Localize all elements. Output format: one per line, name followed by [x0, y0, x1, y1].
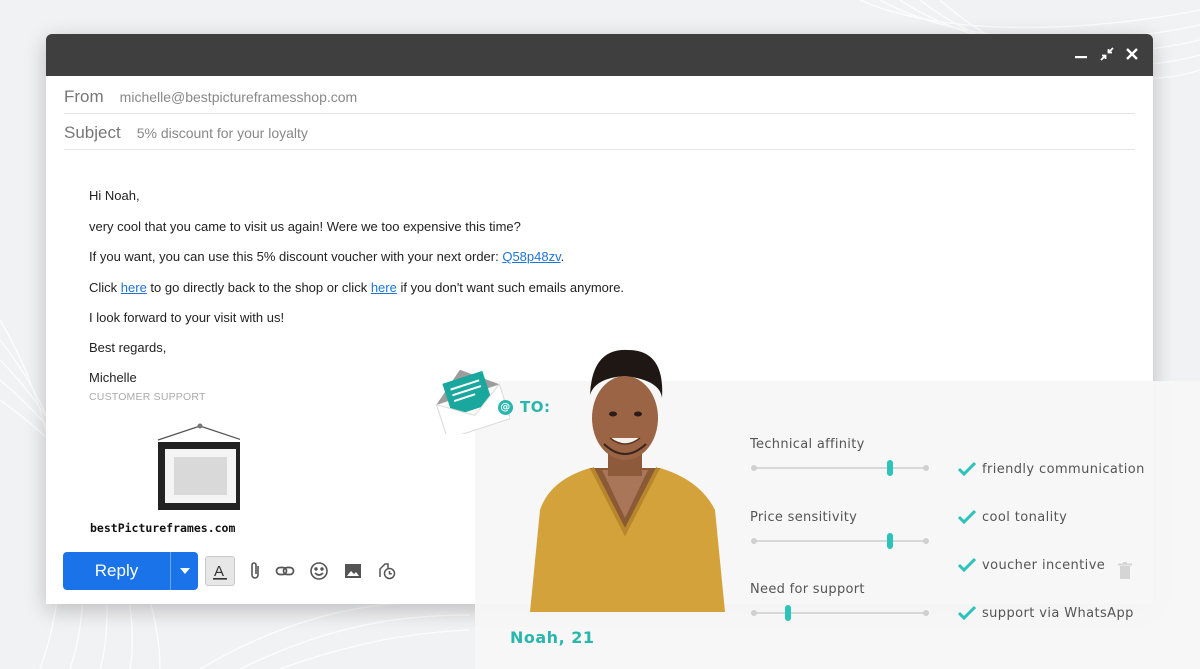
check-item: cool tonality: [958, 509, 1067, 525]
body-line-3: Click here to go directly back to the sh…: [89, 280, 624, 295]
person-photo: [530, 349, 725, 612]
logo-text: bestPictureframes.com: [90, 521, 236, 535]
unsubscribe-here-link[interactable]: here: [371, 280, 397, 295]
checkmark-icon: [958, 557, 976, 573]
paperclip-icon[interactable]: [241, 556, 271, 586]
close-icon[interactable]: [1122, 44, 1142, 64]
picture-frame-logo-icon: [157, 423, 240, 510]
body-line-3-end: if you don't want such emails anymore.: [396, 280, 625, 295]
check-label: cool tonality: [982, 509, 1068, 525]
slider-knob[interactable]: [886, 460, 893, 476]
greeting: Hi Noah,: [89, 188, 140, 203]
reply-button[interactable]: Reply: [63, 552, 198, 590]
trait-label: Technical affinity: [750, 437, 865, 452]
trash-icon[interactable]: [1118, 562, 1132, 579]
trait-slider[interactable]: [751, 533, 929, 549]
compose-toolbar: Reply A: [63, 552, 423, 590]
slider-knob[interactable]: [886, 533, 893, 549]
svg-text:A: A: [214, 563, 224, 580]
schedule-send-icon[interactable]: [372, 556, 402, 586]
shrink-icon[interactable]: [1097, 44, 1117, 64]
body-line-4: I look forward to your visit with us!: [89, 310, 285, 325]
trait-need-for-support: Need for support: [750, 582, 930, 621]
from-label: From: [64, 86, 104, 106]
link-icon[interactable]: [270, 556, 300, 586]
body-line-2-text: If you want, you can use this 5% discoun…: [89, 249, 503, 264]
body-line-3-start: Click: [89, 280, 121, 295]
signature-name: Michelle: [89, 370, 137, 385]
body-line-2-end: .: [560, 249, 565, 264]
checkmark-icon: [958, 605, 976, 621]
body-line-1: very cool that you came to visit us agai…: [89, 219, 521, 234]
subject-value[interactable]: 5% discount for your loyalty: [137, 125, 308, 141]
shop-here-link[interactable]: here: [121, 280, 147, 295]
image-icon[interactable]: [338, 556, 368, 586]
trait-label: Price sensitivity: [750, 510, 858, 525]
closing: Best regards,: [89, 340, 167, 355]
trait-slider[interactable]: [751, 605, 929, 621]
window-titlebar: [46, 34, 1153, 76]
reply-label[interactable]: Reply: [63, 552, 171, 590]
slider-knob[interactable]: [785, 605, 792, 621]
check-label: friendly communication: [982, 461, 1145, 477]
from-row: From michelle@bestpictureframesshop.com: [64, 80, 1135, 114]
from-value[interactable]: michelle@bestpictureframesshop.com: [120, 89, 358, 105]
subject-row: Subject 5% discount for your loyalty: [64, 116, 1135, 150]
trait-price-sensitivity: Price sensitivity: [750, 510, 930, 549]
check-label: support via WhatsApp: [982, 605, 1134, 621]
to-label: @ TO:: [498, 398, 550, 416]
check-item: support via WhatsApp: [958, 605, 1134, 621]
signature-role: CUSTOMER SUPPORT: [89, 391, 206, 403]
checkmark-icon: [958, 461, 976, 477]
voucher-code-link[interactable]: Q58p48zv: [502, 249, 560, 264]
check-item: voucher incentive: [958, 557, 1105, 573]
body-line-2: If you want, you can use this 5% discoun…: [89, 249, 564, 264]
persona-name: Noah, 21: [510, 628, 595, 647]
emoji-icon[interactable]: [304, 556, 334, 586]
at-sign-icon: @: [498, 399, 513, 415]
check-label: voucher incentive: [982, 557, 1106, 573]
subject-label: Subject: [64, 122, 121, 142]
check-item: friendly communication: [958, 461, 1145, 477]
text-format-icon[interactable]: A: [205, 556, 235, 586]
minimize-icon[interactable]: [1071, 44, 1091, 64]
trait-label: Need for support: [750, 582, 865, 597]
reply-dropdown-icon[interactable]: [171, 552, 198, 590]
trait-slider[interactable]: [751, 460, 929, 476]
trait-technical-affinity: Technical affinity: [750, 437, 930, 476]
to-text: TO:: [520, 398, 551, 416]
body-line-3-mid: to go directly back to the shop or click: [146, 280, 371, 295]
checkmark-icon: [958, 509, 976, 525]
